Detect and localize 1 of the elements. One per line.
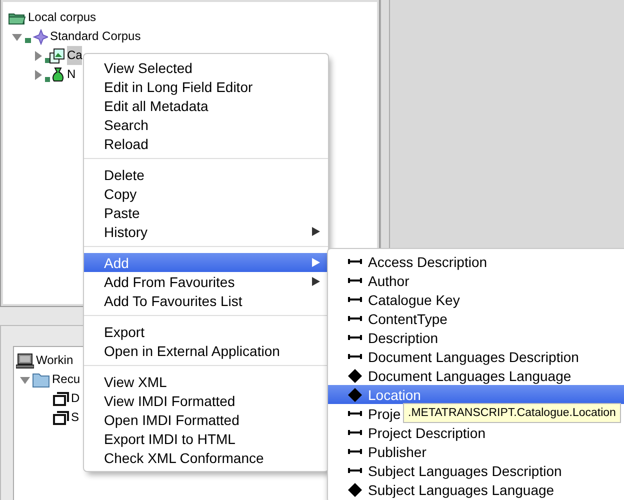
tooltip: .METATRANSCRIPT.Catalogue.Location <box>403 403 621 423</box>
